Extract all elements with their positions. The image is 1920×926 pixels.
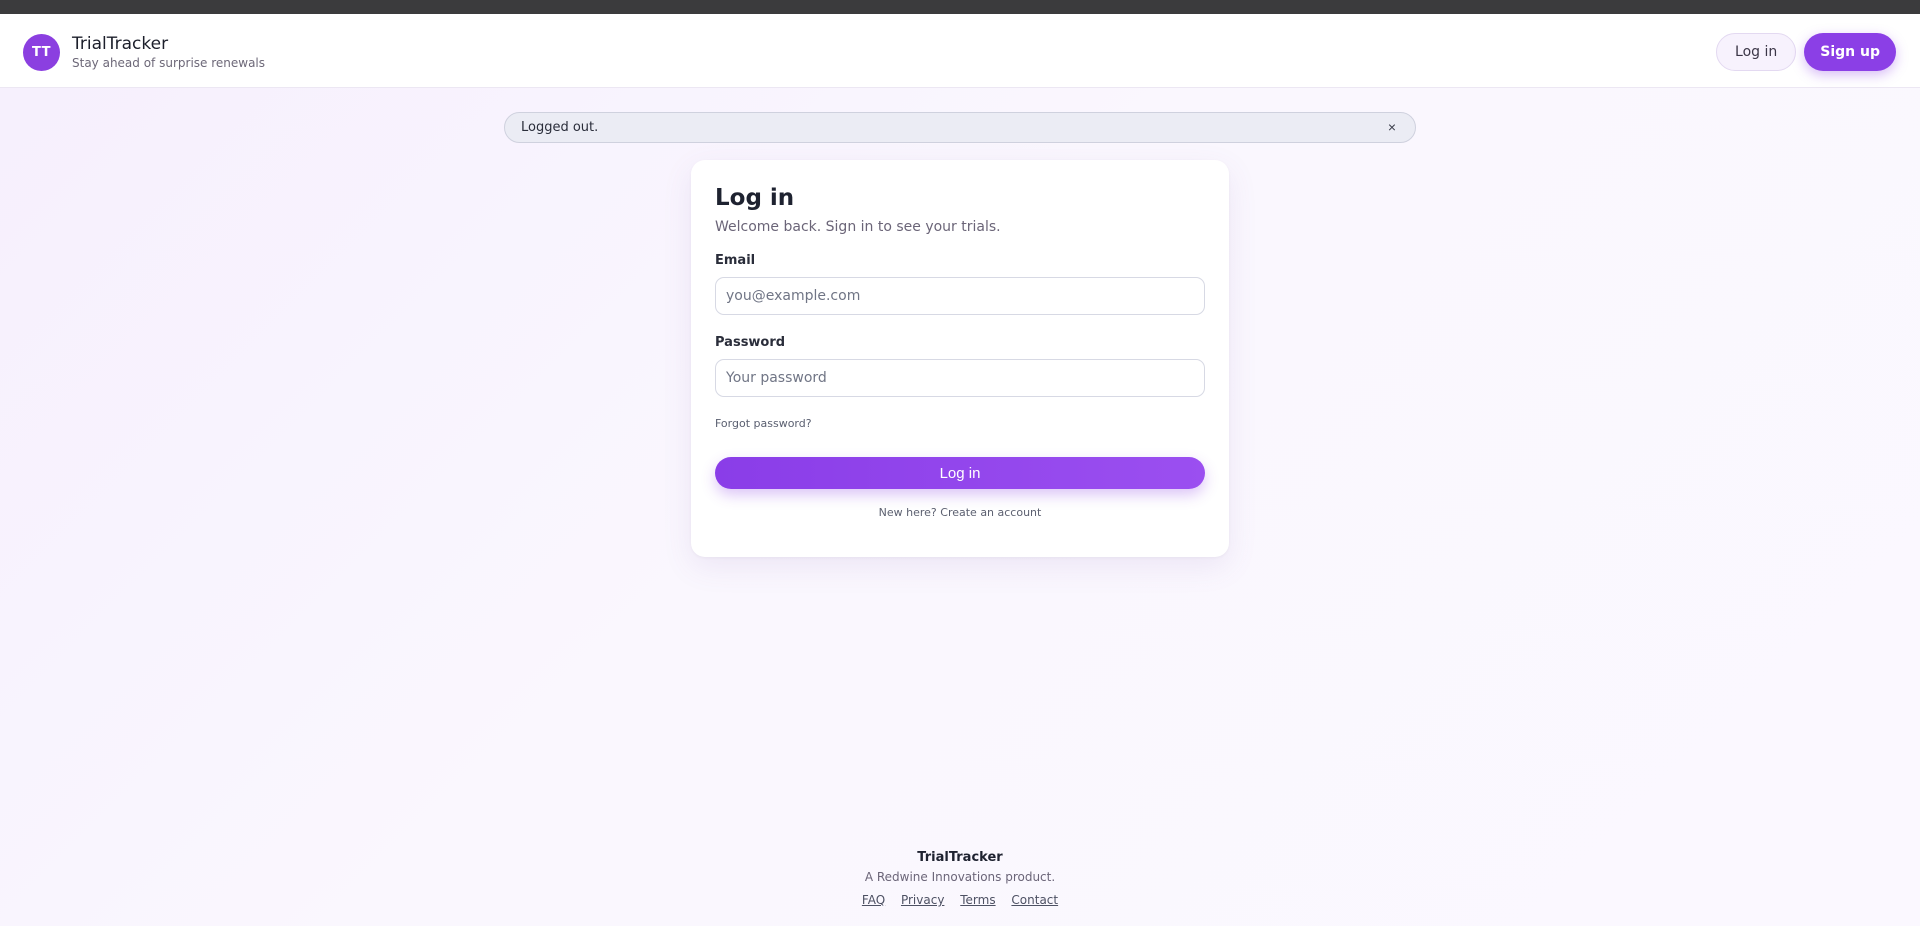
password-label: Password: [715, 335, 786, 350]
footer-links: FAQ Privacy Terms Contact: [0, 893, 1920, 907]
email-field[interactable]: [715, 277, 1205, 315]
footer-brand: TrialTracker: [917, 850, 1003, 865]
brand[interactable]: TT TrialTracker Stay ahead of surprise r…: [23, 34, 265, 71]
login-submit-button[interactable]: Log in: [715, 457, 1205, 489]
page-footer: TrialTracker A Redwine Innovations produ…: [0, 849, 1920, 907]
create-account-link[interactable]: Create an account: [940, 506, 1041, 519]
header-login-button[interactable]: Log in: [1716, 33, 1797, 71]
logged-out-alert: Logged out. ×: [504, 112, 1416, 143]
password-field[interactable]: [715, 359, 1205, 397]
forgot-password-link[interactable]: Forgot password?: [715, 417, 812, 430]
header-signup-button[interactable]: Sign up: [1804, 33, 1896, 71]
footer-link-terms[interactable]: Terms: [960, 893, 995, 907]
nav-actions: Log in Sign up: [1716, 33, 1896, 71]
footer-link-contact[interactable]: Contact: [1011, 893, 1058, 907]
footer-link-faq[interactable]: FAQ: [862, 893, 885, 907]
login-card: Log in Welcome back. Sign in to see your…: [691, 160, 1229, 557]
footer-credit: A Redwine Innovations product.: [864, 870, 1056, 884]
brand-name: TrialTracker: [72, 34, 169, 54]
top-navigation-bar: TT TrialTracker Stay ahead of surprise r…: [0, 14, 1920, 88]
signup-prompt: New here? Create an account: [715, 506, 1205, 519]
email-label: Email: [715, 253, 756, 268]
new-here-text: New here?: [878, 506, 937, 519]
browser-chrome-strip: [0, 0, 1920, 14]
brand-avatar: TT: [23, 34, 60, 71]
login-title: Log in: [715, 185, 795, 211]
close-icon[interactable]: ×: [1383, 118, 1401, 136]
brand-text: TrialTracker Stay ahead of surprise rene…: [72, 34, 265, 71]
footer-link-privacy[interactable]: Privacy: [901, 893, 944, 907]
brand-tagline: Stay ahead of surprise renewals: [72, 56, 266, 70]
login-subtitle: Welcome back. Sign in to see your trials…: [715, 219, 1001, 235]
alert-message: Logged out.: [521, 120, 599, 135]
